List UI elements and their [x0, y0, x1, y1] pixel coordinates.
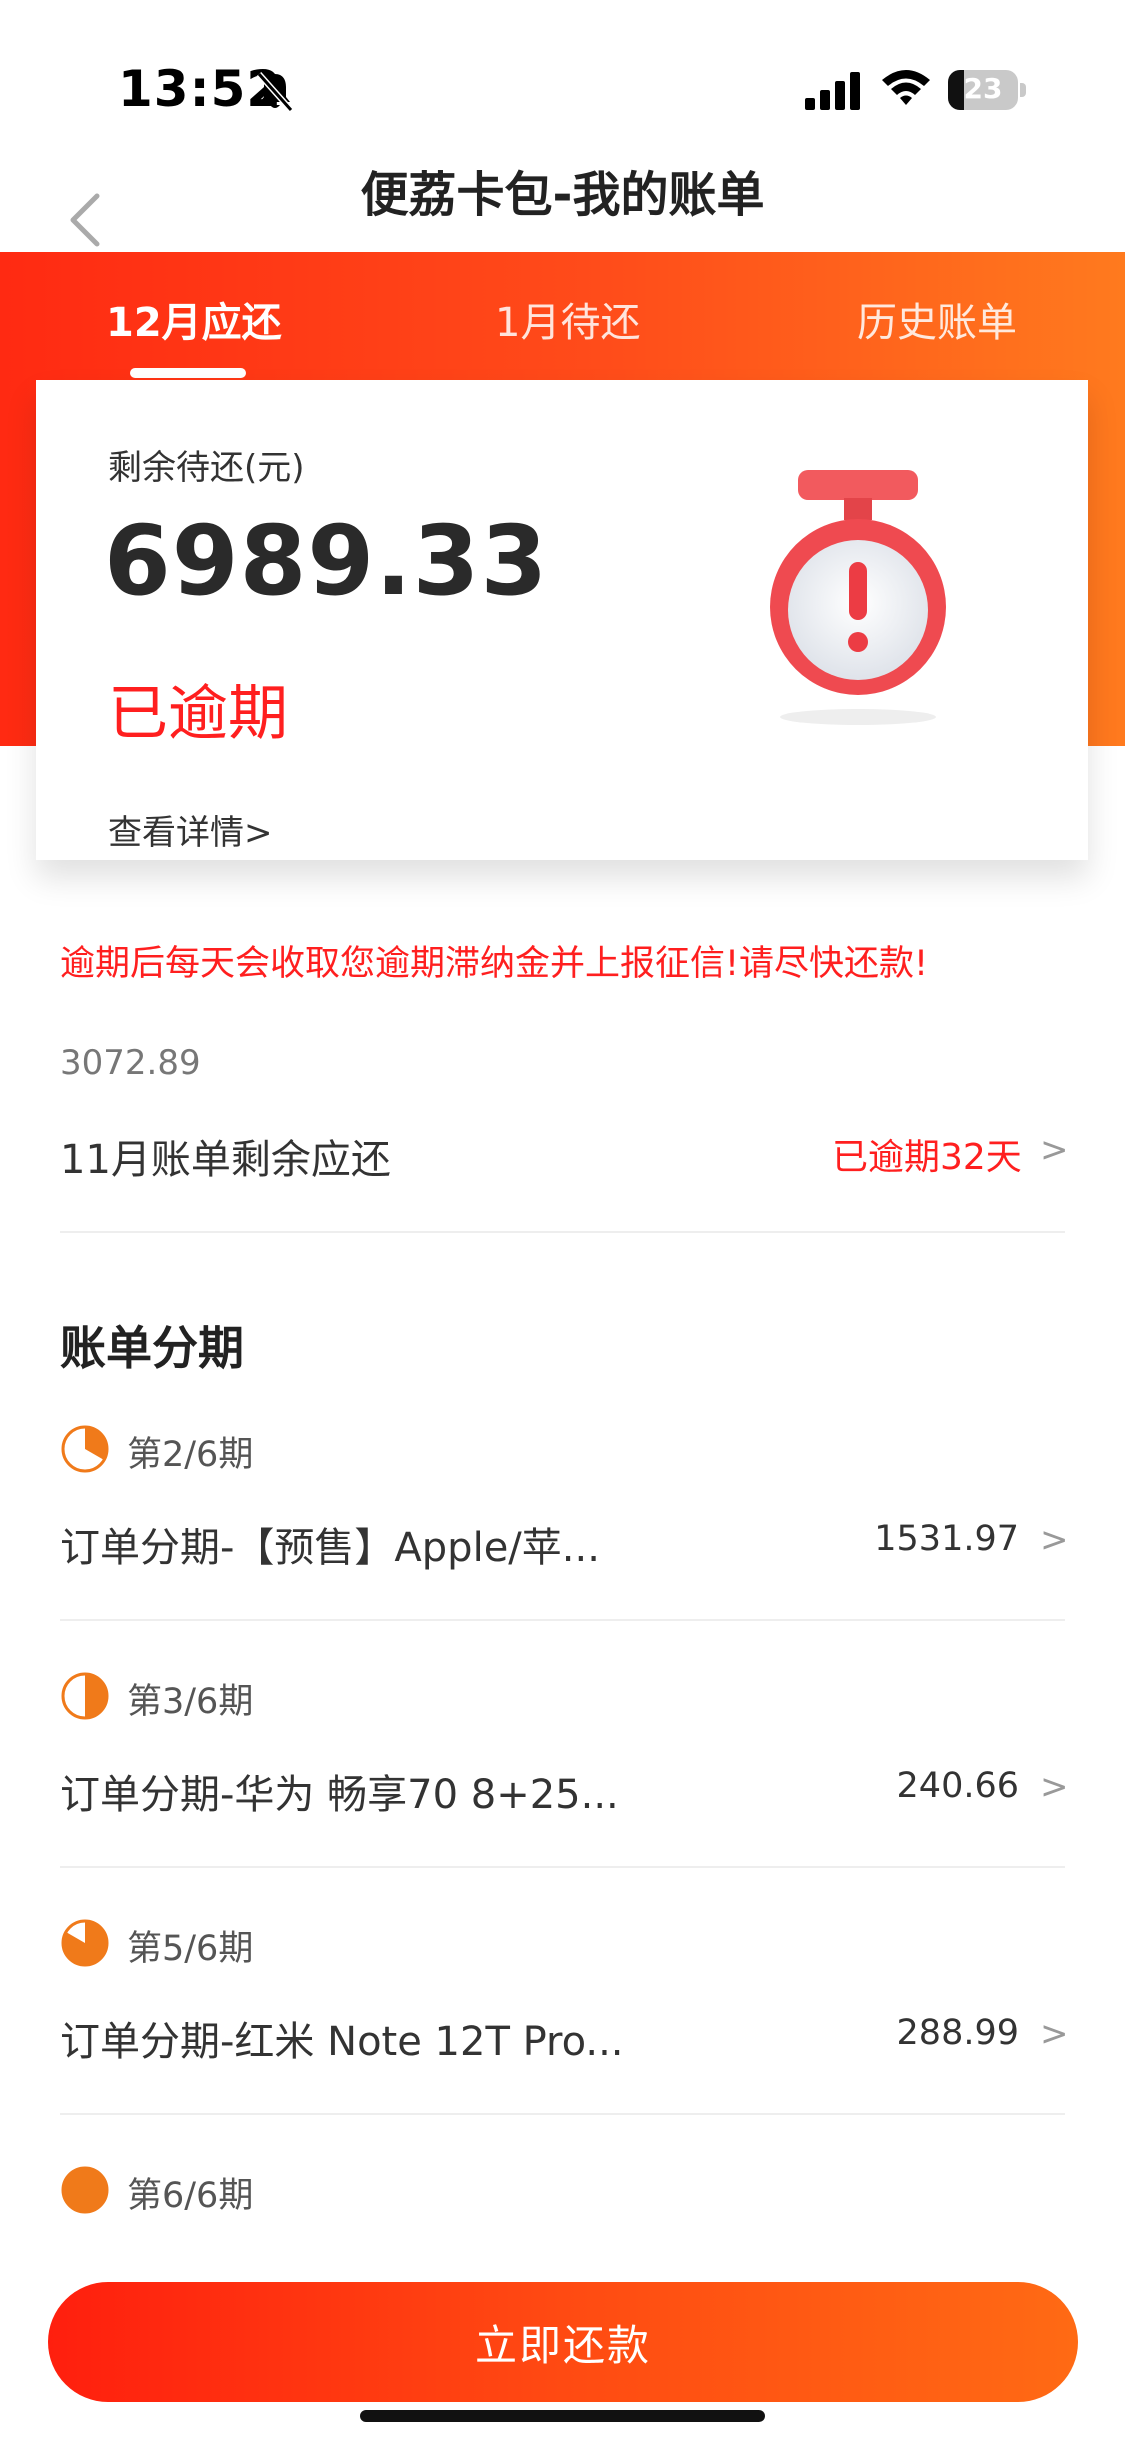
overdue-status: 已逾期 [108, 679, 288, 749]
divider [60, 2113, 1065, 2115]
muted-bell-icon [256, 72, 294, 112]
remaining-label: 剩余待还(元) [108, 448, 305, 488]
installment-period: 第6/6期 [127, 2176, 254, 2216]
page-title: 便荔卡包-我的账单 [360, 167, 765, 223]
installment-chevron[interactable]: > [1040, 1520, 1069, 1560]
installment-progress-pie-icon [61, 2166, 109, 2214]
wifi-icon [882, 70, 930, 105]
pie-fill [85, 1674, 107, 1718]
divider [60, 1866, 1065, 1868]
installment-period: 第2/6期 [127, 1435, 254, 1475]
pay-now-button[interactable]: 立即还款 [48, 2282, 1078, 2402]
installment-amount[interactable]: 1531.97 [819, 1519, 1019, 1559]
installment-chevron[interactable]: > [1040, 1767, 1069, 1807]
installment-progress-pie-icon [61, 1425, 109, 1473]
overdue-days-label[interactable]: 已逾期32天 [832, 1128, 1022, 1180]
overdue-bill-amount: 3072.89 [60, 1043, 201, 1083]
cellular-signal-icon [805, 72, 860, 110]
installment-title[interactable]: 订单分期-红米 Note 12T Pro... [60, 2009, 624, 2067]
installment-amount[interactable]: 240.66 [819, 1766, 1019, 1806]
remaining-amount: 6989.33 [104, 505, 549, 617]
installment-period: 第3/6期 [127, 1682, 254, 1722]
battery-level: 23 [963, 72, 1003, 105]
overdue-warning-text: 逾期后每天会收取您逾期滞纳金并上报征信!请尽快还款! [60, 944, 929, 984]
installment-title[interactable]: 订单分期-【预售】Apple/苹... [60, 1515, 600, 1573]
view-details-link[interactable]: 查看详情> [108, 805, 273, 854]
active-tab-indicator [130, 368, 246, 378]
tab-january-pending[interactable]: 1月待还 [495, 290, 640, 348]
tab-december-due[interactable]: 12月应还 [106, 290, 282, 348]
installments-section-title: 账单分期 [60, 1321, 244, 1375]
installment-amount[interactable]: 288.99 [819, 2013, 1019, 2053]
home-indicator [360, 2410, 765, 2422]
installment-title[interactable]: 订单分期-华为 畅享70 8+25... [60, 1762, 619, 1820]
overdue-bill-title[interactable]: 11月账单剩余应还 [60, 1127, 391, 1185]
tab-bill-history[interactable]: 历史账单 [857, 290, 1017, 348]
installment-progress-pie-icon [61, 1919, 109, 1967]
battery-icon: 23 [948, 70, 1026, 110]
installment-progress-pie-icon [61, 1672, 109, 1720]
divider [60, 1619, 1065, 1621]
installment-period: 第5/6期 [127, 1929, 254, 1969]
divider [60, 1231, 1065, 1233]
installment-chevron[interactable]: > [1040, 2014, 1069, 2054]
overdue-bill-chevron[interactable]: > [1040, 1130, 1069, 1170]
alarm-clock-warning-icon [770, 470, 946, 725]
pie-fill [63, 2168, 107, 2212]
